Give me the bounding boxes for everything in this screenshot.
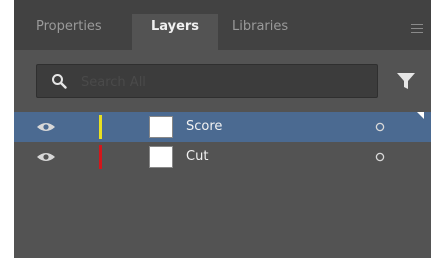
tab-layers[interactable]: Layers bbox=[132, 14, 218, 50]
layer-thumbnail bbox=[149, 146, 173, 168]
search-box[interactable] bbox=[36, 64, 378, 98]
layers-panel: Properties Layers Libraries Score bbox=[14, 0, 431, 258]
search-icon bbox=[52, 74, 67, 89]
filter-icon[interactable] bbox=[396, 72, 416, 90]
layer-color-indicator bbox=[99, 145, 102, 169]
eye-icon[interactable] bbox=[36, 121, 56, 133]
panel-menu-icon[interactable] bbox=[411, 24, 423, 33]
tab-properties[interactable]: Properties bbox=[20, 14, 120, 50]
target-icon[interactable] bbox=[375, 152, 385, 162]
target-icon[interactable] bbox=[375, 122, 385, 132]
layer-row-cut[interactable]: Cut bbox=[14, 142, 431, 172]
layer-color-indicator bbox=[99, 115, 102, 139]
layer-thumbnail bbox=[149, 116, 173, 138]
search-input[interactable] bbox=[79, 70, 363, 94]
selection-corner-icon bbox=[417, 112, 424, 119]
panel-tab-bar: Properties Layers Libraries bbox=[14, 0, 431, 50]
window-edge bbox=[0, 0, 14, 258]
tab-libraries[interactable]: Libraries bbox=[224, 14, 320, 50]
eye-icon[interactable] bbox=[36, 151, 56, 163]
layer-row-score[interactable]: Score bbox=[14, 112, 431, 142]
layer-name[interactable]: Cut bbox=[186, 149, 208, 165]
layer-name[interactable]: Score bbox=[186, 119, 222, 135]
